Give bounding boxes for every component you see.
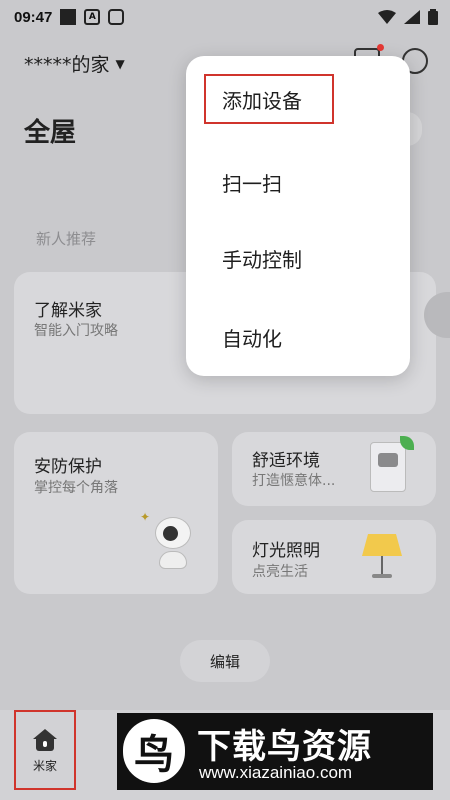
card-lighting-title: 灯光照明: [252, 541, 320, 561]
signal-icon: [404, 10, 420, 24]
home-selector[interactable]: *****的家 ▼: [24, 50, 125, 77]
watermark-banner: 鸟 下载鸟资源 www.xiazainiao.com: [117, 713, 433, 790]
status-bar: 09:47 A: [0, 0, 450, 34]
card-lighting[interactable]: 灯光照明 点亮生活: [232, 520, 436, 594]
home-name: *****的家: [24, 54, 110, 76]
section-label: 新人推荐: [36, 230, 97, 248]
location-icon: [108, 9, 125, 25]
edit-button[interactable]: 编辑: [180, 640, 270, 682]
card-security-subtitle: 掌控每个角落: [34, 480, 118, 496]
nav-home-tab[interactable]: 米家: [14, 710, 76, 790]
wifi-icon: [378, 10, 396, 24]
card-intro-title: 了解米家: [34, 301, 102, 321]
card-lighting-subtitle: 点亮生活: [252, 564, 308, 580]
watermark-url: www.xiazainiao.com: [199, 763, 353, 782]
menu-item-add-device[interactable]: 添加设备: [204, 74, 334, 124]
square-icon: [60, 9, 77, 25]
menu-item-scan[interactable]: 扫一扫: [222, 168, 282, 197]
page-title: 全屋: [24, 118, 77, 148]
card-comfort-subtitle: 打造惬意体...: [252, 473, 336, 489]
card-security-title: 安防保护: [34, 457, 102, 477]
status-time: 09:47: [14, 8, 53, 26]
card-comfort[interactable]: 舒适环境 打造惬意体...: [232, 432, 436, 506]
air-purifier-icon: [370, 442, 406, 492]
watermark-title: 下载鸟资源: [197, 727, 372, 767]
bird-logo-icon: 鸟: [123, 719, 185, 783]
battery-icon: [428, 9, 438, 25]
lamp-icon: [362, 534, 402, 580]
card-security[interactable]: 安防保护 掌控每个角落 ✦: [14, 432, 218, 594]
card-comfort-title: 舒适环境: [252, 451, 320, 471]
camera-icon: [149, 517, 197, 571]
a-icon: A: [84, 9, 101, 25]
menu-item-manual-control[interactable]: 手动控制: [222, 244, 302, 273]
add-menu-popup: 添加设备 扫一扫 手动控制 自动化: [186, 56, 410, 376]
caret-down-icon: ▼: [115, 56, 125, 71]
nav-home-label: 米家: [32, 759, 57, 773]
card-intro-subtitle: 智能入门攻略: [34, 323, 118, 339]
menu-item-automation[interactable]: 自动化: [222, 323, 282, 352]
home-icon: [33, 729, 57, 751]
